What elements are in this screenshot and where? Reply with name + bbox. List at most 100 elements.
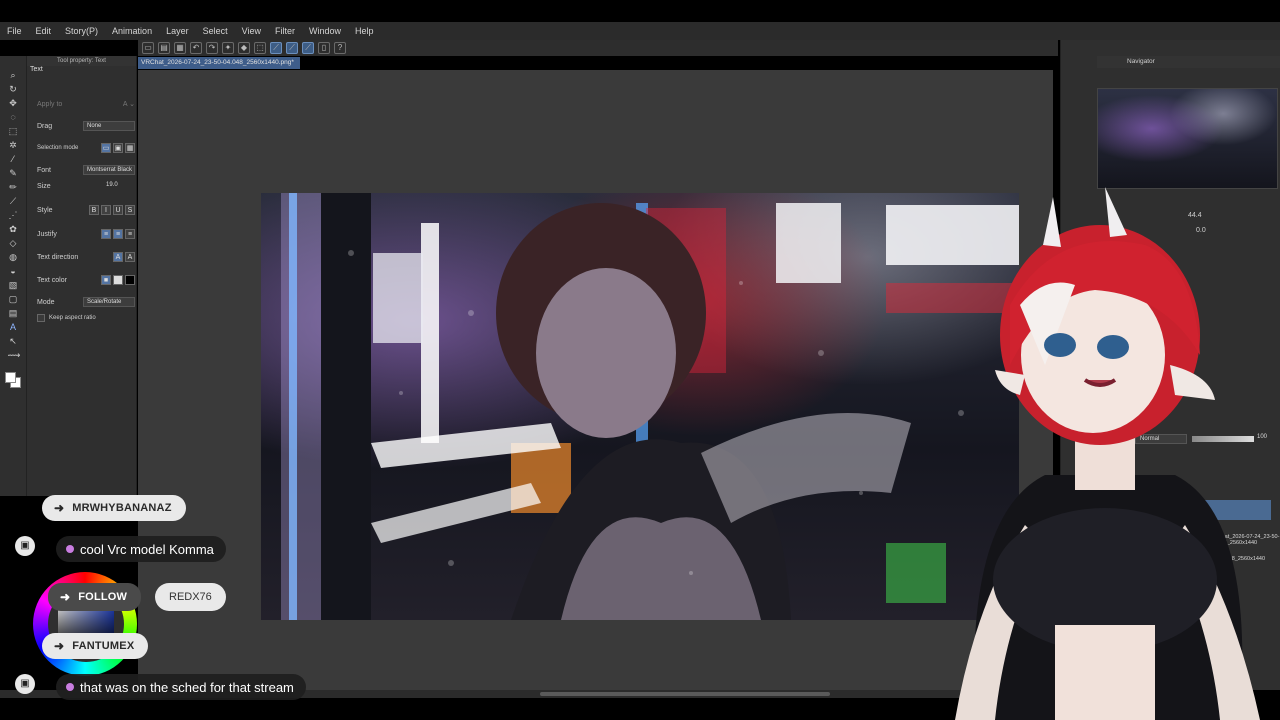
mode-label: Mode [37, 298, 55, 306]
selection-mode-2-icon[interactable]: ▣ [113, 143, 123, 153]
fill-tool-icon[interactable]: ◒ [8, 266, 19, 277]
size-value[interactable]: 19.0 [103, 181, 135, 191]
chat-follow-event-3: ➜ FANTUMEX [42, 633, 149, 659]
foreground-color-icon[interactable] [5, 372, 16, 383]
document-tab[interactable]: VRChat_2026-07-24_23-50-04.048_2560x1440… [138, 57, 300, 69]
snap-grid-icon[interactable]: ⟋ [286, 42, 298, 54]
snap-ruler-icon[interactable]: ⟋ [270, 42, 282, 54]
chat-message-2: that was on the sched for that stream [56, 674, 306, 700]
brush-icon[interactable]: ⟋ [8, 196, 19, 207]
justify-row: Justify ≡ ≡ ≡ [37, 228, 135, 240]
color-swatch[interactable] [5, 372, 21, 388]
main-color-icon[interactable]: ■ [101, 275, 111, 285]
move-icon[interactable]: ✥ [8, 98, 19, 109]
apply-to-row: Apply to A ⌄ [37, 98, 135, 110]
correct-line-icon[interactable]: ⟿ [8, 350, 21, 361]
figure-icon[interactable]: ▢ [8, 294, 19, 305]
eraser-icon[interactable]: ◇ [8, 238, 19, 249]
font-select[interactable]: Montserrat Black [83, 165, 135, 175]
apply-to-label: Apply to [37, 100, 63, 108]
vertical-text-icon[interactable]: A [125, 252, 135, 262]
strikethrough-button[interactable]: S [125, 205, 135, 215]
save-icon[interactable]: ▦ [174, 42, 186, 54]
menu-layer[interactable]: Layer [159, 26, 196, 36]
vtuber-avatar [955, 187, 1260, 720]
pencil-icon[interactable]: ✏ [8, 182, 19, 193]
decoration-icon[interactable]: ✿ [8, 224, 19, 235]
style-buttons: B I U S [89, 205, 135, 215]
navigator-preview[interactable] [1097, 88, 1278, 189]
frame-icon[interactable]: ▤ [8, 308, 19, 319]
top-black-bar [0, 0, 1280, 22]
chat-message-text-1: cool Vrc model Komma [80, 541, 214, 557]
keep-aspect-checkbox[interactable] [37, 314, 45, 322]
justify-label: Justify [37, 230, 57, 238]
bold-button[interactable]: B [89, 205, 99, 215]
undo-icon[interactable]: ↶ [190, 42, 202, 54]
horizontal-text-icon[interactable]: A [113, 252, 123, 262]
airbrush-icon[interactable]: ⋰ [8, 210, 19, 221]
arrow-right-icon: ➜ [54, 639, 65, 653]
menu-file[interactable]: File [0, 26, 29, 36]
menu-animation[interactable]: Animation [105, 26, 159, 36]
text-tool-icon[interactable]: A [8, 322, 19, 333]
rotate-icon[interactable]: ↻ [8, 84, 19, 95]
open-icon[interactable]: ▤ [158, 42, 170, 54]
underline-button[interactable]: U [113, 205, 123, 215]
blend-icon[interactable]: ◍ [8, 252, 19, 263]
menu-select[interactable]: Select [196, 26, 235, 36]
fill-icon[interactable]: ◆ [238, 42, 250, 54]
keep-aspect-row: Keep aspect ratio [37, 312, 135, 324]
menu-edit[interactable]: Edit [29, 26, 59, 36]
new-canvas-icon[interactable]: ▭ [142, 42, 154, 54]
justify-right-icon[interactable]: ≡ [125, 229, 135, 239]
justify-center-icon[interactable]: ≡ [113, 229, 123, 239]
tool-property-panel: Tool property: Text Text Apply to A ⌄ Dr… [27, 56, 137, 496]
follower-name-1: MRWHYBANANAZ [72, 502, 172, 514]
drag-select[interactable]: None [83, 121, 135, 131]
arrow-right-icon: ➜ [54, 501, 65, 515]
size-row: Size 19.0 [37, 180, 135, 192]
eyedropper-icon[interactable]: ⁄ [8, 154, 19, 165]
italic-button[interactable]: I [101, 205, 111, 215]
justify-left-icon[interactable]: ≡ [101, 229, 111, 239]
device-icon[interactable]: ▯ [318, 42, 330, 54]
text-color-label: Text color [37, 276, 67, 284]
menu-view[interactable]: View [235, 26, 268, 36]
chat-message-1: cool Vrc model Komma [56, 536, 226, 562]
apply-to-icon[interactable]: A ⌄ [123, 100, 135, 108]
menu-filter[interactable]: Filter [268, 26, 302, 36]
lasso-icon[interactable]: ◌ [8, 112, 19, 123]
sub-color-icon[interactable] [113, 275, 123, 285]
horizontal-scrollbar-thumb[interactable] [540, 692, 830, 696]
auto-select-icon[interactable]: ✲ [8, 140, 19, 151]
operation-icon[interactable]: ↖ [8, 336, 19, 347]
canvas-image[interactable] [261, 193, 1019, 620]
snap-guide-icon[interactable]: ⟋ [302, 42, 314, 54]
gradient-icon[interactable]: ▧ [8, 280, 19, 291]
redo-icon[interactable]: ↷ [206, 42, 218, 54]
mode-row: Mode Scale/Rotate [37, 296, 135, 308]
selection-mode-3-icon[interactable]: ▦ [125, 143, 135, 153]
vrchat-screenshot-illustration [281, 193, 1019, 620]
clear-icon[interactable]: ✦ [222, 42, 234, 54]
zoom-icon[interactable]: ⌕ [8, 70, 19, 81]
help-icon[interactable]: ? [334, 42, 346, 54]
menu-window[interactable]: Window [302, 26, 348, 36]
menu-story[interactable]: Story(P) [58, 26, 105, 36]
font-row: Font Montserrat Black [37, 164, 135, 176]
selection-mode-row: Selection mode ▭ ▣ ▦ [37, 142, 135, 154]
menu-help[interactable]: Help [348, 26, 381, 36]
select-icon[interactable]: ⬚ [8, 126, 19, 137]
black-color-icon[interactable] [125, 275, 135, 285]
mode-select[interactable]: Scale/Rotate [83, 297, 135, 307]
transform-icon[interactable]: ⬚ [254, 42, 266, 54]
user-dot-icon-2 [66, 683, 74, 691]
text-direction-label: Text direction [37, 253, 79, 261]
sub-tool-name: Text [30, 66, 43, 73]
justify-buttons: ≡ ≡ ≡ [101, 229, 135, 239]
drag-label: Drag [37, 122, 53, 130]
selection-mode-1-icon[interactable]: ▭ [101, 143, 111, 153]
chat-follow-event-1: ➜ MRWHYBANANAZ [42, 495, 186, 521]
pen-icon[interactable]: ✎ [8, 168, 19, 179]
